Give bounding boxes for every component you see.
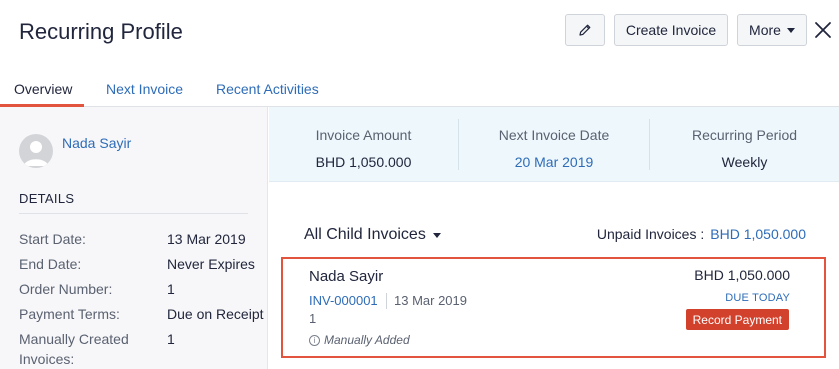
invoice-meta-divider [386, 293, 387, 309]
detail-value: Due on Receipt [167, 306, 264, 322]
detail-value: Never Expires [167, 256, 255, 272]
invoice-customer-name: Nada Sayir [309, 268, 384, 285]
detail-value: 1 [167, 331, 175, 347]
child-invoices-filter-label: All Child Invoices [304, 226, 426, 243]
detail-row-payment-terms: Payment Terms: Due on Receipt [19, 306, 264, 322]
invoice-date: 13 Mar 2019 [394, 293, 467, 308]
create-invoice-button[interactable]: Create Invoice [614, 14, 728, 46]
invoice-number-link[interactable]: INV-000001 [309, 293, 378, 308]
tab-recent-activities[interactable]: Recent Activities [216, 81, 319, 97]
details-heading: DETAILS [19, 191, 75, 206]
close-icon[interactable] [811, 18, 835, 42]
detail-row-end-date: End Date: Never Expires [19, 256, 255, 272]
invoice-note: i Manually Added [309, 333, 410, 347]
invoice-amount: BHD 1,050.000 [694, 267, 790, 283]
detail-row-start-date: Start Date: 13 Mar 2019 [19, 231, 246, 247]
page-title: Recurring Profile [19, 19, 183, 44]
chevron-down-icon [786, 27, 795, 33]
sidebar: Nada Sayir DETAILS Start Date: 13 Mar 20… [0, 107, 268, 369]
tab-bar: Overview Next Invoice Recent Activities [0, 64, 839, 107]
detail-label: Invoices: [19, 351, 75, 367]
info-icon: i [309, 334, 320, 346]
invoice-count: 1 [309, 311, 317, 326]
detail-label: Manually Created [19, 331, 129, 347]
user-avatar-icon [19, 134, 53, 168]
detail-label: Payment Terms: [19, 306, 120, 322]
header: Recurring Profile Create Invoice More [0, 0, 839, 64]
unpaid-invoices-summary: Unpaid Invoices : BHD 1,050.000 [597, 226, 806, 242]
details-divider [19, 213, 248, 214]
more-button-label: More [749, 22, 781, 38]
next-invoice-date-summary: Next Invoice Date 20 Mar 2019 [459, 107, 649, 182]
summary-value: BHD 1,050.000 [315, 154, 412, 170]
detail-label: Order Number: [19, 281, 113, 297]
summary-value: Weekly [721, 154, 768, 170]
chevron-down-icon [432, 232, 441, 238]
summary-strip: Invoice Amount BHD 1,050.000 Next Invoic… [269, 107, 839, 182]
contact-name-link[interactable]: Nada Sayir [62, 135, 131, 151]
detail-label: Start Date: [19, 231, 86, 247]
more-button[interactable]: More [737, 14, 807, 46]
edit-button[interactable] [565, 14, 605, 46]
summary-label: Invoice Amount [315, 127, 412, 143]
summary-label: Next Invoice Date [498, 127, 610, 143]
summary-label: Recurring Period [691, 127, 798, 143]
invoice-amount-summary: Invoice Amount BHD 1,050.000 [269, 107, 458, 182]
detail-value: 13 Mar 2019 [167, 231, 246, 247]
recurring-period-summary: Recurring Period Weekly [650, 107, 839, 182]
child-invoices-filter[interactable]: All Child Invoices [304, 226, 441, 244]
unpaid-invoices-label: Unpaid Invoices : [596, 226, 705, 242]
invoice-status-badge: DUE TODAY [725, 292, 790, 304]
invoice-note-text: Manually Added [324, 333, 410, 347]
detail-row-order-number: Order Number: 1 [19, 281, 175, 297]
unpaid-invoices-amount[interactable]: BHD 1,050.000 [710, 226, 806, 242]
detail-row-manually-created: Manually Created 1 [19, 331, 175, 347]
child-invoice-card[interactable]: Nada Sayir INV-000001 13 Mar 2019 1 i Ma… [281, 257, 826, 358]
pencil-icon [579, 24, 591, 36]
next-invoice-date-link[interactable]: 20 Mar 2019 [459, 154, 649, 170]
tab-next-invoice[interactable]: Next Invoice [106, 81, 183, 97]
detail-value: 1 [167, 281, 175, 297]
detail-label: End Date: [19, 256, 82, 272]
tab-overview[interactable]: Overview [14, 81, 72, 97]
detail-row-manually-created-cont: Invoices: [19, 351, 74, 367]
record-payment-button[interactable]: Record Payment [685, 309, 789, 330]
